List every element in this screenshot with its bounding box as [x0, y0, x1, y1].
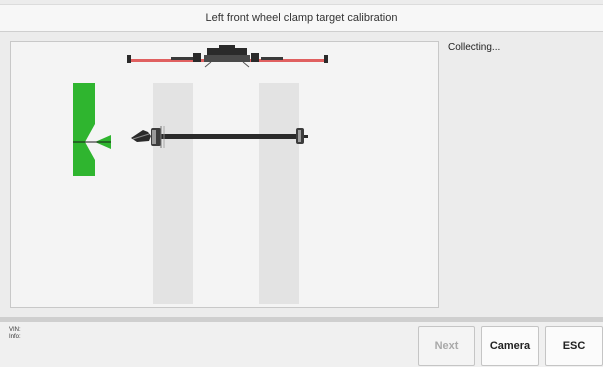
camera-button[interactable]: Camera — [481, 326, 539, 366]
footer-bar: VIN: Info: Next Camera ESC — [0, 322, 603, 367]
info-label: Info: — [9, 334, 21, 340]
vehicle-info: VIN: Info: — [9, 327, 21, 341]
status-text: Collecting... — [448, 42, 501, 53]
calibration-window: Left front wheel clamp target calibratio… — [0, 0, 603, 367]
esc-button[interactable]: ESC — [545, 326, 603, 366]
next-button[interactable]: Next — [418, 326, 475, 366]
calibration-diagram — [73, 45, 328, 304]
calibration-canvas — [10, 41, 439, 308]
left-wheel-track — [153, 83, 193, 304]
content-area: Collecting... — [0, 32, 603, 317]
wheel-clamp-target-icon — [131, 130, 151, 142]
calibration-target-icon — [73, 83, 111, 176]
vin-label: VIN: — [9, 327, 21, 333]
title-bar: Left front wheel clamp target calibratio… — [0, 4, 603, 32]
page-title: Left front wheel clamp target calibratio… — [205, 12, 398, 24]
right-wheel-track — [259, 83, 299, 304]
camera-crossbar-icon — [127, 45, 328, 68]
